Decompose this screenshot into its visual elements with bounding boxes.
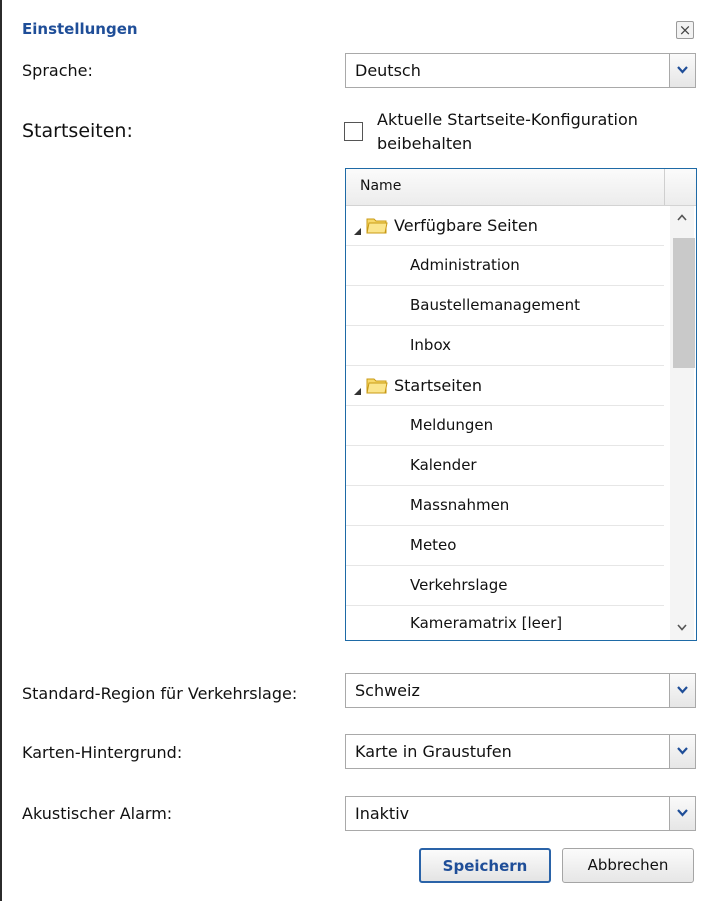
cancel-button[interactable]: Abbrechen <box>562 848 694 883</box>
alarm-value: Inaktiv <box>355 804 410 823</box>
tree-item-kalender[interactable]: Kalender <box>346 446 664 486</box>
tree-group-available[interactable]: Verfügbare Seiten <box>346 206 664 246</box>
tree-group-label: Verfügbare Seiten <box>394 216 538 235</box>
tree-item-administration[interactable]: Administration <box>346 246 664 286</box>
tree-item-label: Massnahmen <box>410 496 510 514</box>
tree-item-massnahmen[interactable]: Massnahmen <box>346 486 664 526</box>
column-header-name[interactable]: Name <box>360 178 401 194</box>
window-left-edge <box>0 0 2 901</box>
tree-item-kameramatrix[interactable]: Kameramatrix [leer] <box>346 604 664 640</box>
chevron-down-icon[interactable] <box>669 735 695 768</box>
triangle-expanded-icon[interactable] <box>354 381 362 400</box>
tree-item-label: Meldungen <box>410 416 494 434</box>
dialog-title: Einstellungen <box>22 20 138 38</box>
folder-icon <box>366 375 388 399</box>
tree-body: Verfügbare Seiten Administration Baustel… <box>346 206 668 640</box>
chevron-down-icon[interactable] <box>669 674 695 707</box>
tree-item-label: Administration <box>410 256 520 274</box>
triangle-expanded-icon[interactable] <box>354 221 362 240</box>
alarm-select[interactable]: Inaktiv <box>345 796 696 831</box>
chevron-down-icon[interactable] <box>670 616 694 640</box>
tree-item-label: Baustellemanagement <box>410 296 580 314</box>
chevron-up-icon[interactable] <box>670 206 694 230</box>
scrollbar-thumb[interactable] <box>673 238 695 368</box>
tree-item-meteo[interactable]: Meteo <box>346 526 664 566</box>
region-value: Schweiz <box>355 681 420 700</box>
keep-config-label[interactable]: Aktuelle Startseite-Konfiguration beibeh… <box>377 108 697 156</box>
column-divider <box>664 169 665 205</box>
tree-group-startpages[interactable]: Startseiten <box>346 366 664 406</box>
tree-group-label: Startseiten <box>394 376 482 395</box>
map-background-value: Karte in Graustufen <box>355 742 512 761</box>
startpages-tree: Name Verfügbare Seiten Administration Ba… <box>345 168 697 641</box>
tree-item-label: Kameramatrix [leer] <box>410 614 563 632</box>
language-select[interactable]: Deutsch <box>345 53 696 88</box>
tree-item-label: Inbox <box>410 336 452 354</box>
tree-item-label: Meteo <box>410 536 457 554</box>
keep-config-checkbox[interactable] <box>344 122 363 141</box>
tree-item-baustellemanagement[interactable]: Baustellemanagement <box>346 286 664 326</box>
map-background-label: Karten-Hintergrund: <box>22 743 183 762</box>
region-label: Standard-Region für Verkehrslage: <box>22 684 298 703</box>
language-label: Sprache: <box>22 61 93 80</box>
chevron-down-icon[interactable] <box>669 54 695 87</box>
save-button[interactable]: Speichern <box>419 848 551 883</box>
close-button[interactable]: × <box>676 21 694 39</box>
tree-header: Name <box>346 169 696 206</box>
tree-item-label: Kalender <box>410 456 477 474</box>
tree-scrollbar[interactable] <box>670 206 695 640</box>
alarm-label: Akustischer Alarm: <box>22 804 173 823</box>
chevron-down-icon[interactable] <box>669 797 695 830</box>
map-background-select[interactable]: Karte in Graustufen <box>345 734 696 769</box>
language-value: Deutsch <box>355 61 421 80</box>
folder-icon <box>366 215 388 239</box>
tree-item-meldungen[interactable]: Meldungen <box>346 406 664 446</box>
tree-item-label: Verkehrslage <box>410 576 508 594</box>
region-select[interactable]: Schweiz <box>345 673 696 708</box>
tree-item-verkehrslage[interactable]: Verkehrslage <box>346 566 664 606</box>
tree-item-inbox[interactable]: Inbox <box>346 326 664 366</box>
startpages-label: Startseiten: <box>22 120 133 142</box>
